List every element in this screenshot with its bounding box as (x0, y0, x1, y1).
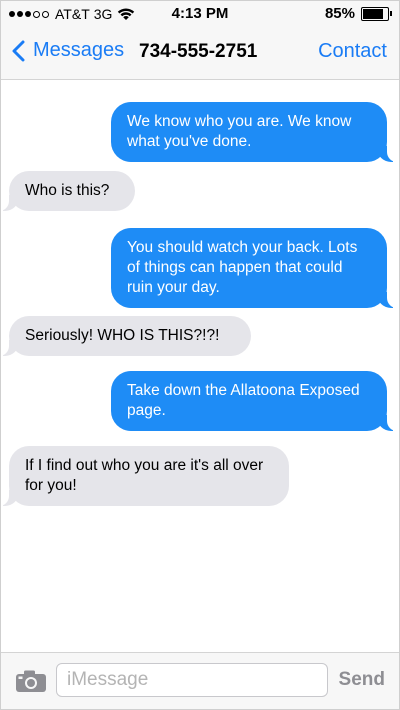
incoming-message-bubble[interactable]: If I find out who you are it's all over … (1, 446, 289, 506)
phone-screen: AT&T 3G 4:13 PM 85% Messages 734-555-275… (0, 0, 400, 710)
back-label: Messages (33, 39, 125, 61)
back-to-messages-button[interactable]: Messages (11, 39, 124, 62)
battery-icon (361, 6, 392, 21)
message-text: Take down the Allatoona Exposed page. (127, 382, 360, 419)
message-text: If I find out who you are it's all over … (25, 457, 264, 494)
conversation-title: 734-555-2751 (139, 41, 258, 62)
contact-button[interactable]: Contact (318, 40, 387, 63)
navigation-bar: Messages 734-555-2751 Contact (1, 27, 399, 80)
send-button[interactable]: Send (339, 669, 385, 691)
message-thread[interactable]: We know who you are. We know what you've… (1, 80, 399, 652)
chevron-left-icon (12, 40, 25, 61)
incoming-message-bubble[interactable]: Seriously! WHO IS THIS?!?! (1, 316, 251, 356)
outgoing-message-bubble[interactable]: We know who you are. We know what you've… (111, 102, 399, 162)
message-text: We know who you are. We know what you've… (127, 113, 352, 150)
outgoing-message-bubble[interactable]: You should watch your back. Lots of thin… (111, 228, 399, 308)
incoming-message-bubble[interactable]: Who is this? (1, 171, 135, 211)
message-composer: Send (1, 652, 399, 709)
status-right: 85% (324, 5, 392, 22)
camera-icon[interactable] (15, 669, 47, 693)
battery-percent: 85% (324, 5, 355, 22)
outgoing-message-bubble[interactable]: Take down the Allatoona Exposed page. (111, 371, 399, 431)
imessage-input[interactable] (56, 663, 328, 697)
message-text: You should watch your back. Lots of thin… (127, 239, 358, 296)
battery-tip (390, 10, 392, 16)
message-text: Who is this? (25, 182, 110, 199)
message-text: Seriously! WHO IS THIS?!?! (25, 327, 220, 344)
status-bar: AT&T 3G 4:13 PM 85% (1, 1, 399, 27)
battery-level (363, 8, 384, 19)
